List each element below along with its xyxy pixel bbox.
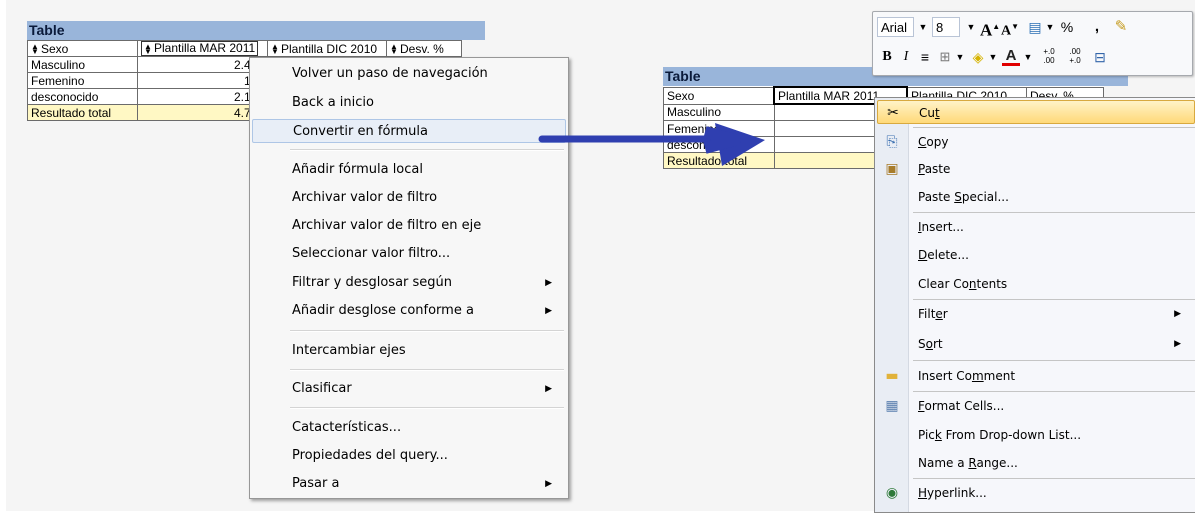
row-label[interactable]: Resultado total — [27, 104, 138, 121]
menu-item-caracteristicas[interactable]: Catacterísticas... — [252, 416, 566, 440]
menu-item-pick-from-list[interactable]: Pick From Drop-down List... — [877, 423, 1195, 447]
submenu-arrow-icon: ▶ — [545, 306, 552, 316]
header-sexo[interactable]: Sexo — [663, 86, 775, 105]
menu-item-seleccionar-valor-filtro[interactable]: Seleccionar valor filtro... — [252, 242, 566, 266]
menu-item-format-cells[interactable]: ▦ Format Cells... — [877, 394, 1195, 418]
header-selected: ▲ ▼ Plantilla MAR 2011 — [141, 41, 259, 56]
comment-icon: ▬ — [885, 368, 899, 384]
chevron-down-icon[interactable]: ▼ — [917, 17, 929, 37]
menu-item-clear-contents[interactable]: Clear Contents — [877, 272, 1195, 296]
toolbar-row-font: Arial ▼ 8 ▼ A▲ A▼ ▤ ▼ % , ✎ — [875, 15, 1190, 41]
header-sexo[interactable]: ▲ ▼ Sexo — [27, 40, 138, 57]
menu-item-filtrar-desglosar[interactable]: Filtrar y desglosar según ▶ — [252, 271, 566, 295]
row-label[interactable]: Masculino — [27, 56, 138, 73]
percent-button[interactable]: % — [1059, 17, 1075, 37]
toolbar-row-format: B I ≡ ⊞ ▼ ◈ ▼ A ▼ +.0 .00 .00 +.0 ⊟ — [875, 45, 1190, 71]
menu-separator — [290, 330, 564, 332]
merge-cells-icon[interactable]: ⊟ — [1091, 47, 1109, 67]
mini-toolbar: Arial ▼ 8 ▼ A▲ A▼ ▤ ▼ % , ✎ B I ≡ ⊞ ▼ ◈ … — [872, 11, 1193, 76]
sort-icon: ▲ ▼ — [144, 41, 152, 56]
menu-separator — [913, 478, 1195, 479]
row-label[interactable]: Femenino — [27, 72, 138, 89]
menu-item-convertir-formula[interactable]: Convertir en fórmula — [252, 119, 566, 143]
format-painter-icon[interactable]: ✎ — [1111, 17, 1131, 37]
submenu-arrow-icon: ▶ — [545, 479, 552, 489]
italic-button[interactable]: I — [899, 47, 913, 67]
font-color-icon[interactable]: A — [1002, 47, 1020, 66]
chevron-down-icon[interactable]: ▼ — [955, 47, 965, 67]
menu-item-clasificar[interactable]: Clasificar ▶ — [252, 377, 566, 401]
menu-item-hyperlink[interactable]: ◉ Hyperlink... — [877, 481, 1195, 505]
chevron-down-icon[interactable]: ▼ — [1045, 17, 1055, 37]
sort-icon: ▲ ▼ — [271, 42, 279, 57]
menu-separator — [913, 299, 1195, 300]
menu-separator — [290, 407, 564, 409]
menu-item-insert[interactable]: Insert... — [877, 215, 1195, 239]
header-desv[interactable]: ▲ ▼ Desv. % — [386, 40, 462, 57]
menu-item-paste[interactable]: ▣ Paste — [877, 157, 1195, 181]
hyperlink-icon: ◉ — [885, 485, 899, 501]
row-value[interactable]: 2.442 — [137, 56, 268, 73]
submenu-arrow-icon: ▶ — [1174, 339, 1181, 349]
header-plantilla-dic-2010[interactable]: ▲ ▼ Plantilla DIC 2010 — [267, 40, 387, 57]
font-name-box[interactable]: Arial — [877, 17, 914, 37]
copy-icon: ⎘ — [886, 134, 898, 150]
menu-item-paste-special[interactable]: Paste Special... — [877, 185, 1195, 209]
menu-item-intercambiar-ejes[interactable]: Intercambiar ejes — [252, 339, 566, 363]
menu-separator — [290, 369, 564, 371]
increase-decimal-icon[interactable]: +.0 .00 — [1037, 47, 1061, 67]
header-plantilla-mar-2011[interactable]: ▲ ▼ Plantilla MAR 2011 — [137, 40, 268, 57]
menu-item-cut[interactable]: ✂ Cut — [877, 100, 1195, 124]
menu-item-volver[interactable]: Volver un paso de navegación — [252, 62, 566, 86]
table-title: Table — [27, 21, 485, 40]
bold-button[interactable]: B — [879, 47, 895, 67]
chevron-down-icon[interactable]: ▼ — [965, 17, 977, 37]
shrink-font-icon[interactable]: A▼ — [1001, 17, 1019, 39]
menu-separator — [913, 391, 1195, 392]
submenu-arrow-icon: ▶ — [545, 384, 552, 394]
format-cells-icon: ▦ — [885, 398, 899, 414]
menu-item-propiedades-query[interactable]: Propiedades del query... — [252, 444, 566, 468]
menu-item-back-inicio[interactable]: Back a inicio — [252, 91, 566, 115]
paste-icon: ▣ — [885, 161, 899, 177]
row-label[interactable]: desconocido — [27, 88, 138, 105]
menu-separator — [290, 149, 564, 151]
scissors-icon: ✂ — [887, 105, 899, 121]
format-icon[interactable]: ▤ — [1025, 17, 1045, 37]
fill-color-icon[interactable]: ◈ — [969, 47, 987, 67]
menu-separator — [913, 212, 1195, 213]
font-size-box[interactable]: 8 — [932, 17, 960, 37]
menu-item-filter[interactable]: Filter ▶ — [877, 302, 1195, 326]
menu-item-anadir-desglose[interactable]: Añadir desglose conforme a ▶ — [252, 299, 566, 323]
sort-icon: ▲ ▼ — [390, 42, 398, 57]
borders-icon[interactable]: ⊞ — [937, 47, 953, 67]
menu-separator — [913, 360, 1195, 361]
submenu-arrow-icon: ▶ — [545, 278, 552, 288]
grow-font-icon[interactable]: A▲ — [980, 17, 1000, 40]
bex-context-menu: Volver un paso de navegación Back a inic… — [249, 57, 569, 499]
excel-context-menu: ✂ Cut ⎘ Copy ▣ Paste Paste Special... In… — [874, 97, 1195, 513]
menu-item-anadir-formula-local[interactable]: Añadir fórmula local — [252, 158, 566, 182]
row-value[interactable]: 4.770 — [137, 104, 268, 121]
menu-item-insert-comment[interactable]: ▬ Insert Comment — [877, 364, 1195, 388]
menu-item-archivar-valor-filtro-eje[interactable]: Archivar valor de filtro en eje — [252, 214, 566, 238]
decrease-decimal-icon[interactable]: .00 +.0 — [1063, 47, 1087, 67]
sort-icon: ▲ ▼ — [31, 42, 39, 57]
row-value[interactable]: 2.170 — [137, 88, 268, 105]
chevron-down-icon[interactable]: ▼ — [1023, 47, 1033, 67]
menu-item-pasar-a[interactable]: Pasar a ▶ — [252, 472, 566, 496]
transition-arrow-icon — [538, 123, 765, 166]
menu-item-archivar-valor-filtro[interactable]: Archivar valor de filtro — [252, 186, 566, 210]
align-center-icon[interactable]: ≡ — [917, 47, 933, 67]
submenu-arrow-icon: ▶ — [1174, 309, 1181, 319]
menu-item-name-range[interactable]: Name a Range... — [877, 451, 1195, 475]
comma-button[interactable]: , — [1091, 17, 1103, 37]
menu-item-delete[interactable]: Delete... — [877, 243, 1195, 267]
menu-separator — [913, 127, 1195, 128]
row-value[interactable]: 157 — [137, 72, 268, 89]
menu-item-sort[interactable]: Sort ▶ — [877, 332, 1195, 356]
menu-item-copy[interactable]: ⎘ Copy — [877, 130, 1195, 154]
chevron-down-icon[interactable]: ▼ — [988, 47, 998, 67]
